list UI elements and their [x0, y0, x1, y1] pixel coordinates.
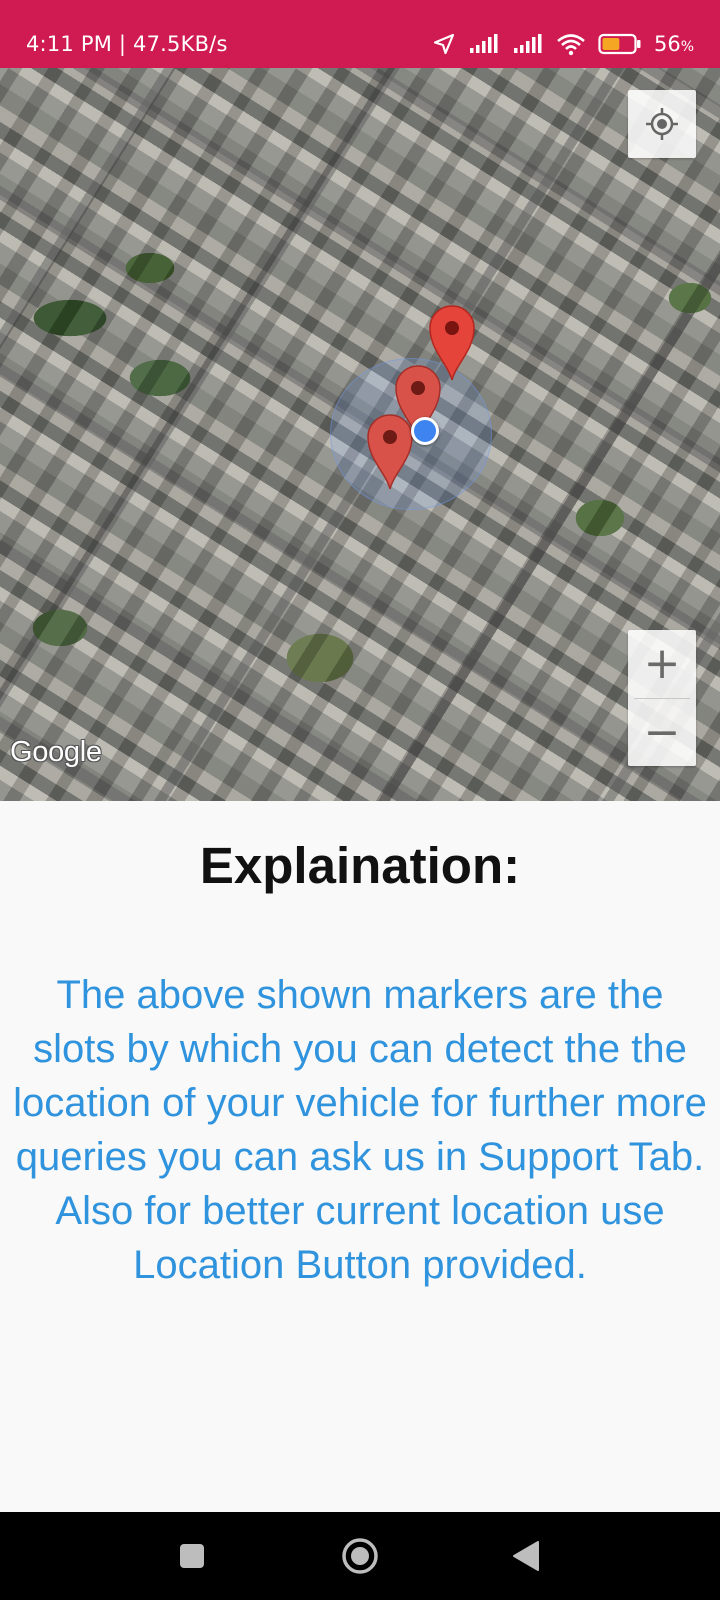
satellite-map[interactable]: + − Google	[0, 68, 720, 801]
square-recents-icon	[180, 1544, 204, 1568]
status-bar: 4:11 PM | 47.5KB/s 56%	[0, 0, 720, 68]
signal-icon	[513, 34, 542, 53]
crosshair-icon	[646, 108, 678, 140]
explanation-title: Explaination:	[199, 837, 521, 894]
wifi-icon	[557, 34, 585, 56]
zoom-controls: + −	[628, 630, 696, 766]
zoom-out-button[interactable]: −	[628, 699, 696, 767]
signal-icon	[469, 34, 498, 53]
map-marker[interactable]	[366, 413, 414, 491]
current-location-dot	[411, 417, 439, 445]
battery-percent: 56%	[653, 32, 694, 56]
location-arrow-icon	[433, 33, 455, 55]
home-button[interactable]	[320, 1512, 400, 1600]
triangle-back-icon	[513, 1541, 539, 1571]
explanation-text: The above shown markers are the slots by…	[13, 973, 707, 1287]
zoom-in-button[interactable]: +	[628, 630, 696, 698]
navigation-bar	[0, 1512, 720, 1600]
back-button[interactable]	[486, 1512, 566, 1600]
my-location-button[interactable]	[628, 90, 696, 158]
recents-button[interactable]	[152, 1512, 232, 1600]
battery-icon	[598, 33, 641, 55]
circle-home-icon	[342, 1538, 378, 1574]
google-logo[interactable]: Google	[10, 736, 102, 769]
